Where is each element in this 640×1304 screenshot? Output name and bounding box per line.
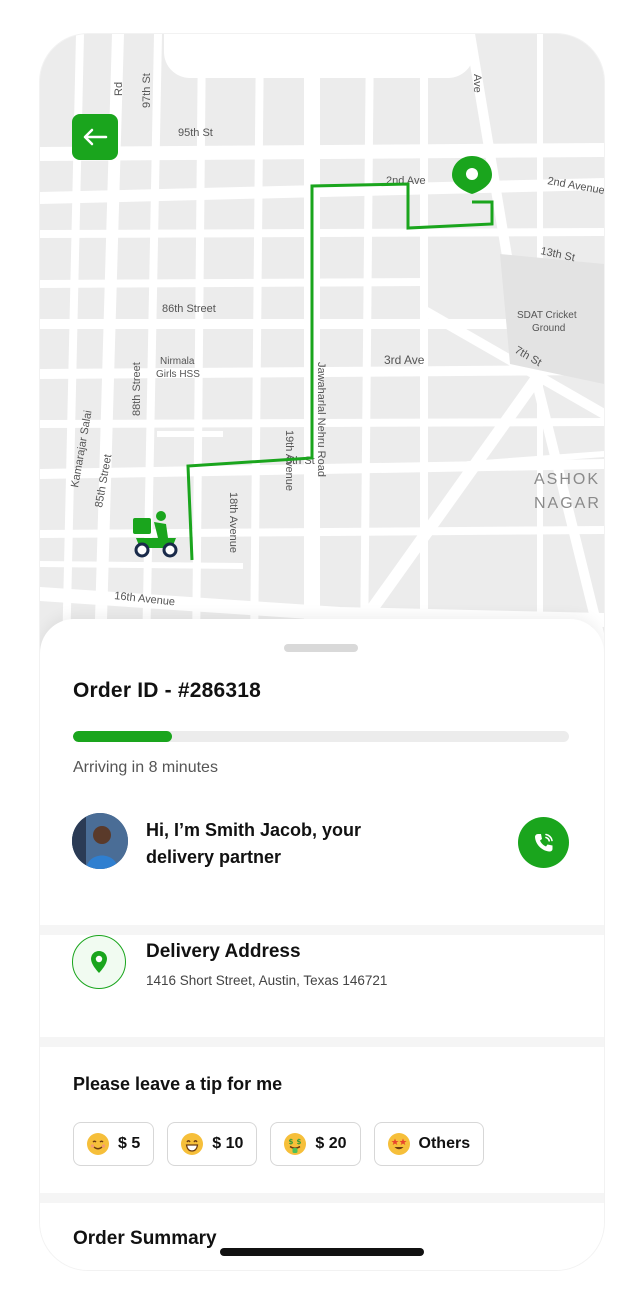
- partner-greeting-line2: delivery partner: [146, 847, 282, 867]
- map-label: Rd: [113, 82, 125, 96]
- map-label: 3rd Ave: [384, 353, 425, 367]
- section-divider: [40, 1037, 604, 1047]
- money-mouth-face-icon: $ $: [284, 1133, 307, 1155]
- avatar: [72, 813, 128, 869]
- section-divider: [40, 1193, 604, 1203]
- tip-option-label: Others: [418, 1135, 471, 1152]
- location-pin-icon: [72, 935, 126, 989]
- map-label: SDAT Cricket: [517, 310, 577, 321]
- tip-option-label: $ 10: [212, 1135, 244, 1152]
- home-indicator[interactable]: [220, 1248, 424, 1256]
- map-label: 95th St: [178, 127, 213, 139]
- tip-option-5[interactable]: $ 5: [73, 1122, 155, 1166]
- svg-text:$: $: [289, 1138, 294, 1146]
- arrow-left-icon: [83, 128, 108, 146]
- delivery-partner-row: Hi, I’m Smith Jacob, your delivery partn…: [40, 809, 604, 907]
- map-label: 18th Avenue: [227, 492, 239, 553]
- map-label: NAGAR: [534, 495, 601, 512]
- tip-options: $ 5 $ 10 $ $ $ 20 Others: [73, 1122, 485, 1166]
- arriving-time-text: Arriving in 8 minutes: [73, 759, 218, 776]
- tip-section-title: Please leave a tip for me: [73, 1074, 283, 1094]
- partner-greeting-line1: Hi, I’m Smith Jacob, your: [146, 820, 362, 840]
- delivery-progress-bar: [73, 731, 569, 742]
- back-button[interactable]: [72, 114, 118, 160]
- map-view[interactable]: 97th St 95th St 2nd Ave 2nd Avenue 13th …: [40, 34, 604, 654]
- delivery-address-row[interactable]: Delivery Address 1416 Short Street, Aust…: [40, 929, 604, 1025]
- map-label: 97th St: [141, 73, 153, 108]
- tip-option-label: $ 20: [315, 1135, 347, 1152]
- svg-text:97th St: 97th St: [141, 73, 153, 108]
- map-canvas: 97th St 95th St 2nd Ave 2nd Avenue 13th …: [40, 34, 604, 654]
- call-partner-button[interactable]: [518, 817, 569, 868]
- map-label: Ave: [471, 74, 483, 93]
- tip-option-label: $ 5: [118, 1135, 141, 1152]
- smiling-face-icon: [87, 1133, 109, 1155]
- tip-option-10[interactable]: $ 10: [167, 1122, 258, 1166]
- delivery-address-text: 1416 Short Street, Austin, Texas 146721: [146, 973, 388, 988]
- map-label: ASHOK: [534, 471, 600, 488]
- delivery-progress-fill: [73, 731, 173, 742]
- order-tracking-sheet: Order ID - #286318 Arriving in 8 minutes…: [40, 619, 604, 1270]
- map-label: 88th Street: [131, 362, 143, 416]
- grinning-face-icon: [181, 1133, 204, 1155]
- delivery-address-title: Delivery Address: [146, 941, 301, 962]
- phone-call-icon: [534, 833, 553, 851]
- phone-screen: 97th St 95th St 2nd Ave 2nd Avenue 13th …: [40, 34, 604, 1270]
- sheet-drag-handle[interactable]: [284, 644, 358, 652]
- order-id-title: Order ID - #286318: [73, 679, 262, 702]
- order-summary-title: Order Summary: [73, 1228, 217, 1249]
- map-label: Nirmala: [160, 356, 195, 367]
- tip-option-20[interactable]: $ $ $ 20: [270, 1122, 361, 1166]
- map-label: Jawaharlal Nehru Road: [315, 362, 327, 477]
- map-label: 86th Street: [162, 303, 216, 315]
- tip-option-others[interactable]: Others: [373, 1122, 485, 1166]
- partner-greeting: Hi, I’m Smith Jacob, your delivery partn…: [146, 817, 406, 871]
- map-label: Girls HSS: [156, 369, 200, 380]
- map-label: Ground: [532, 323, 565, 334]
- device-notch: [164, 34, 474, 78]
- svg-text:$: $: [297, 1138, 302, 1146]
- star-struck-face-icon: [387, 1133, 410, 1155]
